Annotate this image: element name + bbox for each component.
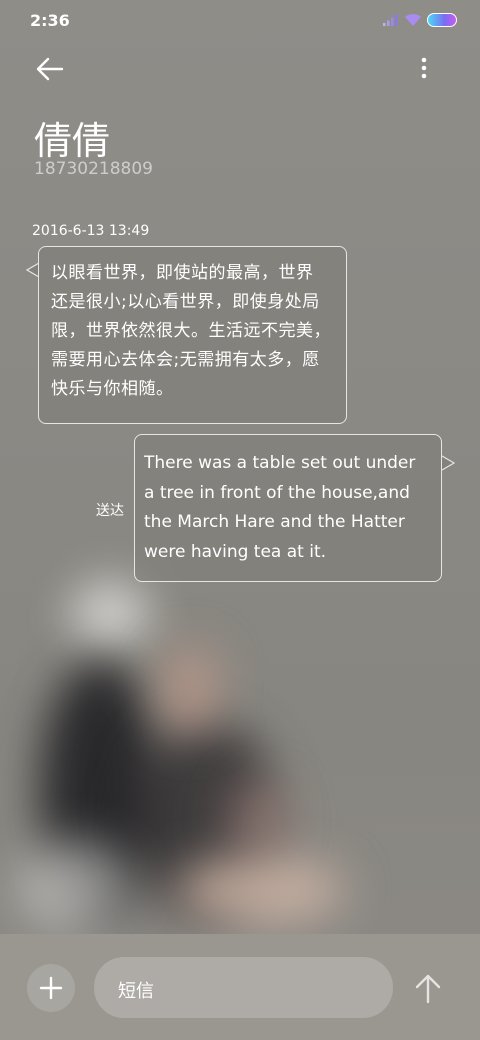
message-timestamp: 2016-6-13 13:49 — [32, 223, 150, 239]
delivery-status: 送达 — [96, 503, 124, 519]
message-line: the March Hare and the Hatter — [144, 512, 405, 532]
status-time: 2:36 — [30, 11, 70, 30]
message-line: were having tea at it. — [144, 541, 327, 562]
battery-icon — [427, 13, 457, 27]
message-line: a tree in front of the house,and — [144, 482, 410, 503]
outgoing-message-bubble[interactable]: There was a table set out under a tree i… — [134, 434, 442, 582]
contact-number: 18730218809 — [34, 159, 153, 179]
message-line: 限，世界依然很大。生活远不完美， — [51, 321, 331, 341]
message-line: There was a table set out under — [144, 453, 416, 473]
contact-name: 倩倩 — [34, 119, 111, 163]
message-line: 还是很小;以心看世界，即使身处局 — [51, 292, 320, 312]
sms-input-placeholder: 短信 — [118, 981, 154, 1002]
message-line: 以眼看世界，即使站的最高，世界 — [51, 263, 314, 283]
back-arrow-icon[interactable] — [32, 53, 66, 85]
add-attachment-button[interactable] — [27, 964, 75, 1012]
wifi-icon — [405, 13, 421, 26]
send-arrow-up-icon[interactable] — [410, 970, 446, 1006]
bubble-tail-outgoing — [441, 455, 455, 471]
signal-icon — [383, 14, 398, 26]
message-line: 快乐与你相随。 — [51, 379, 174, 399]
message-line: 需要用心去体会;无需拥有太多，愿 — [51, 350, 320, 370]
status-bar: 2:36 — [0, 0, 480, 40]
plus-icon — [39, 976, 63, 1000]
more-vertical-icon[interactable] — [412, 54, 436, 84]
incoming-message-bubble[interactable]: 以眼看世界，即使站的最高，世界 还是很小;以心看世界，即使身处局 限，世界依然很… — [38, 246, 347, 424]
